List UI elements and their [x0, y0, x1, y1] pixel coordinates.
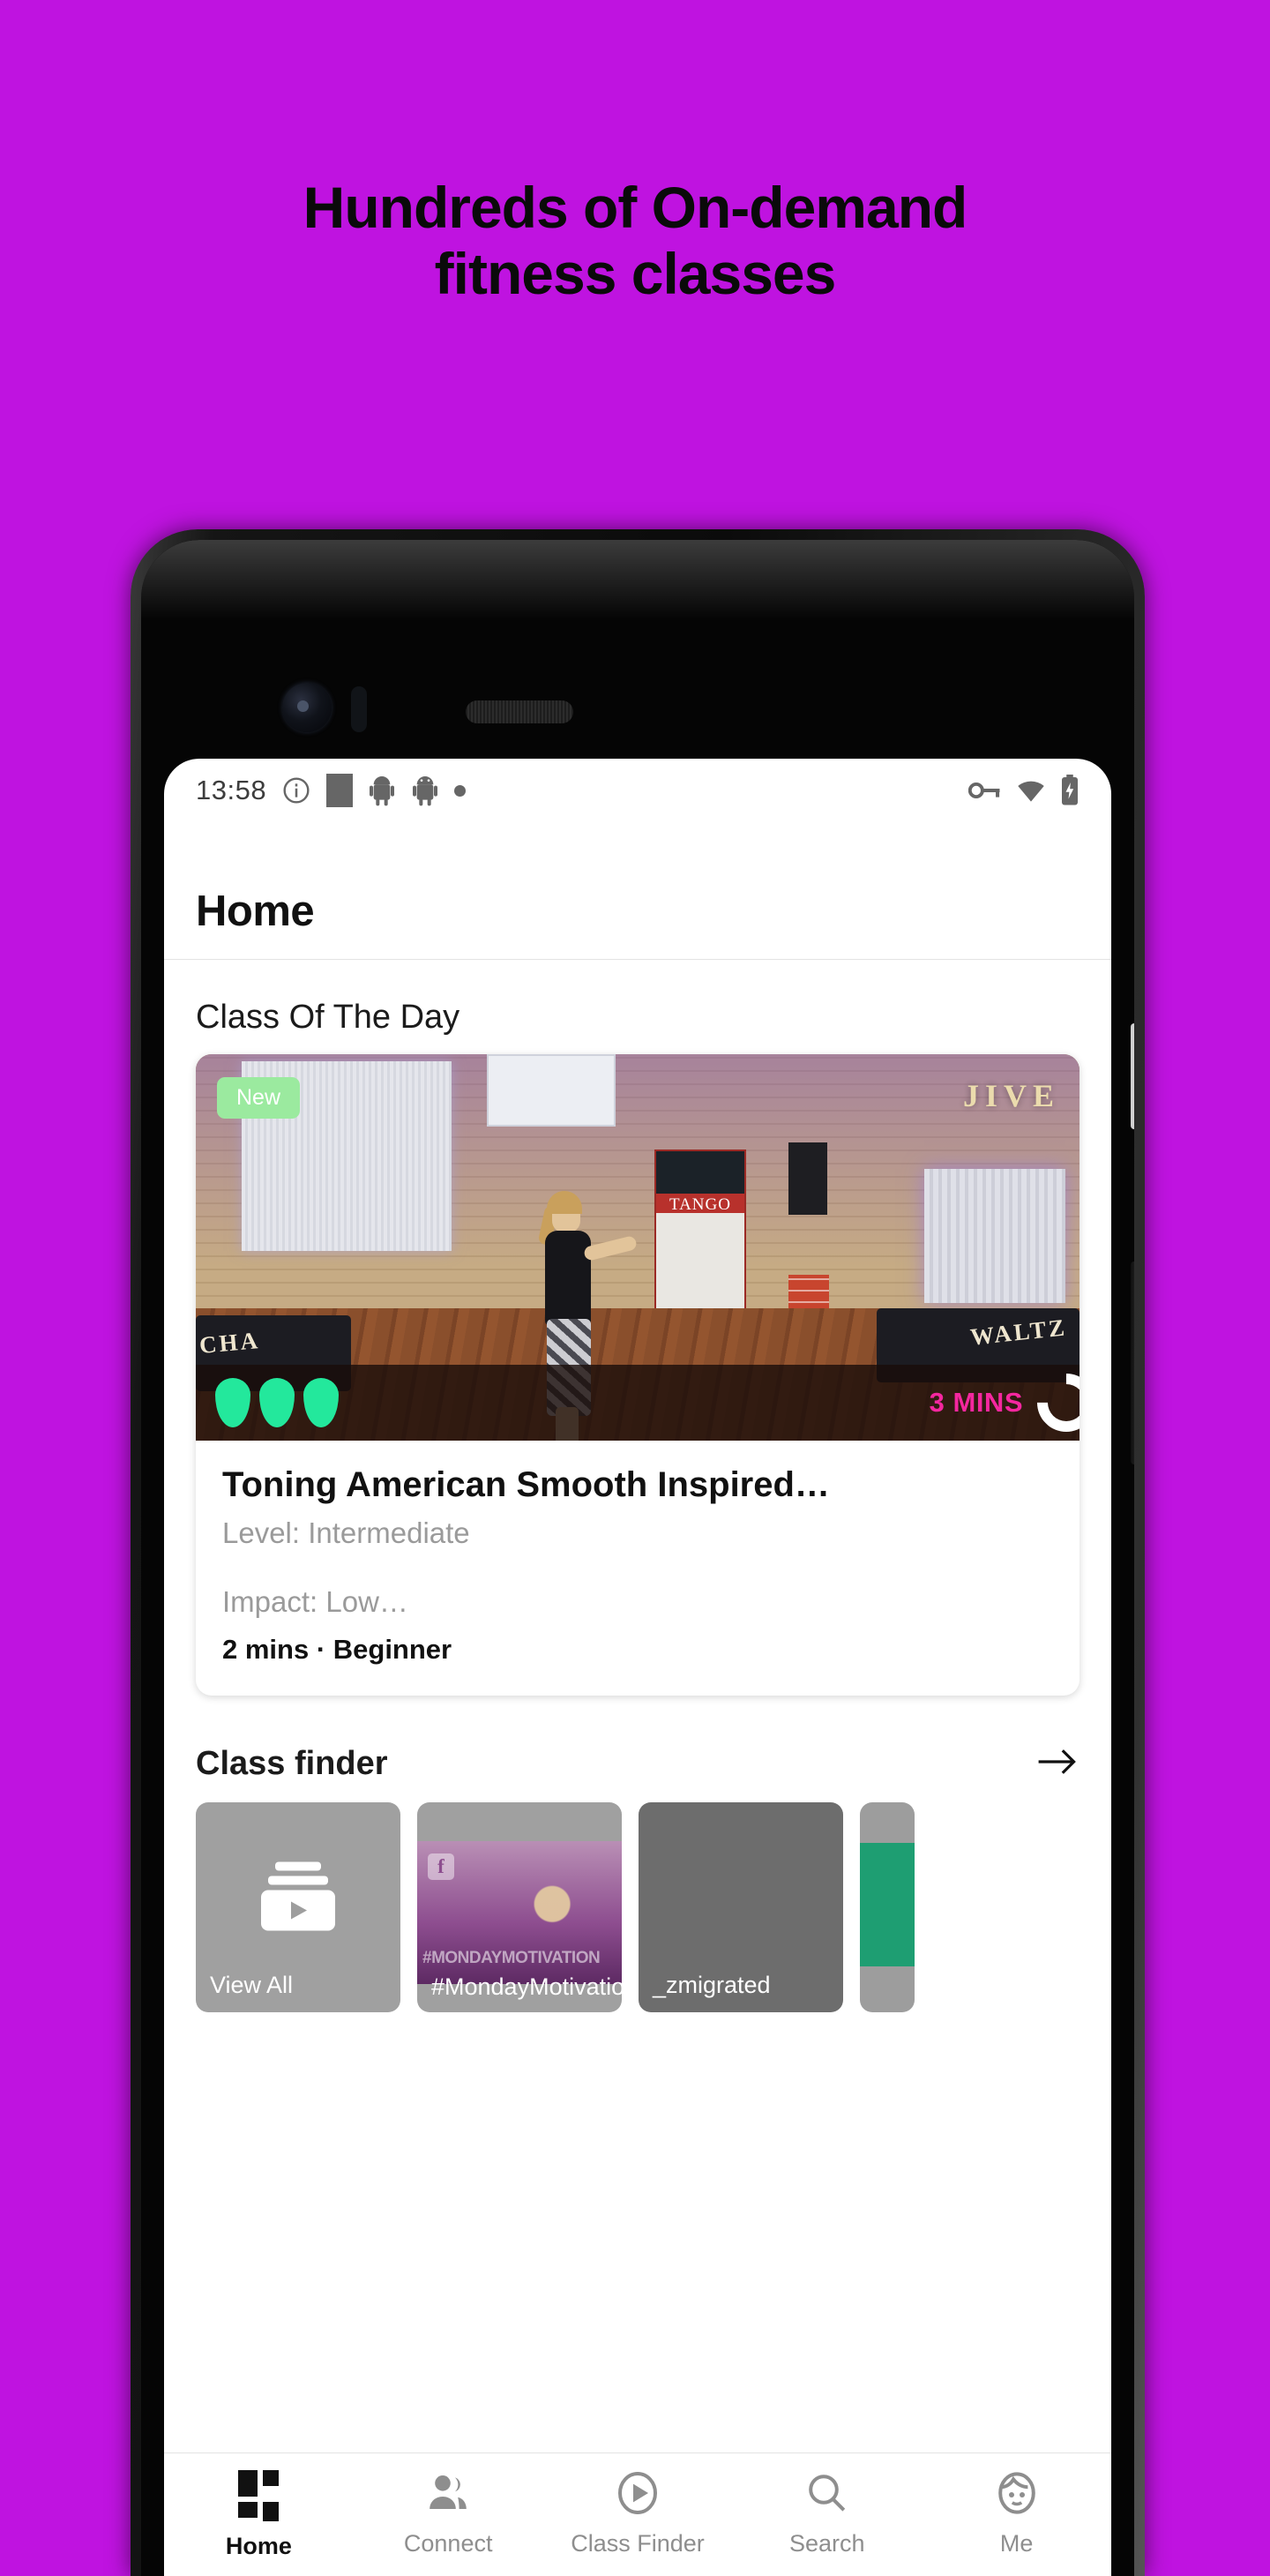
class-of-the-day-card[interactable]: TANGO JIVE CHA WALTZ New 3 MINS Toning A… — [196, 1054, 1080, 1696]
nav-label: Home — [225, 2532, 292, 2559]
tile-label: _zmigrated — [653, 1972, 771, 1999]
nav-label: Class Finder — [571, 2530, 705, 2557]
facebook-icon: f — [428, 1853, 454, 1880]
class-finder-tiles[interactable]: View All f #MondayMotivation _zmigrated — [164, 1801, 1111, 2012]
class-thumbnail[interactable]: TANGO JIVE CHA WALTZ New 3 MINS — [196, 1054, 1080, 1441]
new-badge: New — [217, 1077, 301, 1119]
square-icon — [326, 774, 354, 807]
phone-mockup: 13:58 Home Class Of The Day TANGO JIVE C… — [131, 529, 1145, 2576]
instructor-torso — [545, 1231, 591, 1326]
vpn-key-icon — [968, 783, 1000, 798]
thumbnail-overlay-bar: 3 MINS — [196, 1361, 1080, 1441]
nav-item-home[interactable]: Home — [164, 2469, 354, 2560]
nav-item-me[interactable]: Me — [922, 2472, 1111, 2557]
search-icon — [804, 2472, 850, 2519]
arrow-right-icon[interactable] — [1037, 1746, 1080, 1782]
nav-label: Me — [999, 2530, 1034, 2557]
duration-overlay-label: 3 MINS — [929, 1387, 1023, 1418]
app-screen: 13:58 Home Class Of The Day TANGO JIVE C… — [164, 759, 1111, 2576]
nav-item-connect[interactable]: Connect — [354, 2472, 543, 2557]
class-of-the-day-heading: Class Of The Day — [196, 999, 460, 1036]
status-bar-left: 13:58 — [196, 774, 467, 807]
tile-artwork: f — [417, 1840, 622, 1984]
earpiece-speaker — [466, 700, 573, 723]
nav-label: Search — [789, 2530, 865, 2557]
volume-button[interactable] — [1131, 1023, 1134, 1129]
front-camera-icon — [282, 683, 332, 732]
people-icon — [425, 2472, 471, 2519]
status-bar: 13:58 — [164, 759, 1111, 822]
dot-icon — [454, 784, 467, 797]
water-drop-icon — [259, 1378, 295, 1427]
wifi-icon — [1018, 781, 1044, 802]
play-circle-icon — [615, 2472, 661, 2519]
bezel-gloss — [141, 540, 1134, 619]
nav-label: Connect — [403, 2530, 493, 2557]
bottom-navigation: Home Connect Class Finder Search Me — [164, 2452, 1111, 2576]
class-level: Level: Intermediate — [222, 1516, 470, 1549]
info-icon — [283, 777, 310, 804]
android-icon — [413, 776, 438, 806]
nav-item-search[interactable]: Search — [732, 2472, 922, 2557]
class-finder-tile-view-all[interactable]: View All — [196, 1801, 400, 2012]
class-finder-tile-mondaymotivation[interactable]: f #MondayMotivation — [417, 1801, 622, 2012]
class-finder-header: Class finder — [164, 1696, 1111, 1802]
tile-label: View All — [210, 1972, 294, 1999]
phone-bezel: 13:58 Home Class Of The Day TANGO JIVE C… — [141, 540, 1134, 2576]
scroll-content[interactable]: Class Of The Day TANGO JIVE CHA WALTZ Ne… — [164, 960, 1111, 2012]
app-bar: Home — [164, 822, 1111, 960]
jive-sign: JIVE — [962, 1078, 1060, 1113]
chacha-sign: CHA — [198, 1327, 262, 1359]
tango-poster: TANGO — [654, 1149, 746, 1315]
battery-icon — [1062, 775, 1078, 805]
water-drop-icon — [303, 1378, 339, 1427]
class-finder-tile-partial[interactable] — [860, 1801, 915, 2012]
status-clock: 13:58 — [196, 775, 267, 805]
class-card-body: Toning American Smooth Inspired… Level: … — [196, 1441, 1080, 1696]
power-button[interactable] — [1131, 1262, 1134, 1464]
dashboard-icon — [238, 2469, 280, 2521]
face-icon — [994, 2472, 1040, 2519]
water-drop-icon — [215, 1378, 250, 1427]
headline-line-2: fitness classes — [434, 240, 837, 306]
class-title: Toning American Smooth Inspired… — [222, 1465, 830, 1504]
class-finder-heading: Class finder — [196, 1744, 388, 1782]
class-finder-tile-zmigrated[interactable]: _zmigrated — [639, 1801, 843, 2012]
video-library-icon — [258, 1861, 339, 1936]
nav-item-class-finder[interactable]: Class Finder — [543, 2472, 733, 2557]
intensity-drops — [215, 1378, 339, 1427]
wall-speaker — [788, 1142, 827, 1215]
page-title: Home — [196, 887, 315, 935]
class-impact: Impact: Low… — [222, 1584, 408, 1618]
headline-line-1: Hundreds of On-demand — [303, 175, 968, 240]
marketing-headline: Hundreds of On-demand fitness classes — [0, 175, 1270, 306]
android-icon — [370, 776, 395, 806]
window — [487, 1054, 616, 1127]
proximity-sensor-icon — [351, 686, 367, 732]
tile-label: #MondayMotivation — [431, 1973, 622, 2001]
status-bar-right — [968, 775, 1080, 806]
tile-artwork — [860, 1842, 915, 1966]
class-meta: 2 mins · Beginner — [222, 1633, 452, 1665]
curtain — [924, 1169, 1065, 1303]
